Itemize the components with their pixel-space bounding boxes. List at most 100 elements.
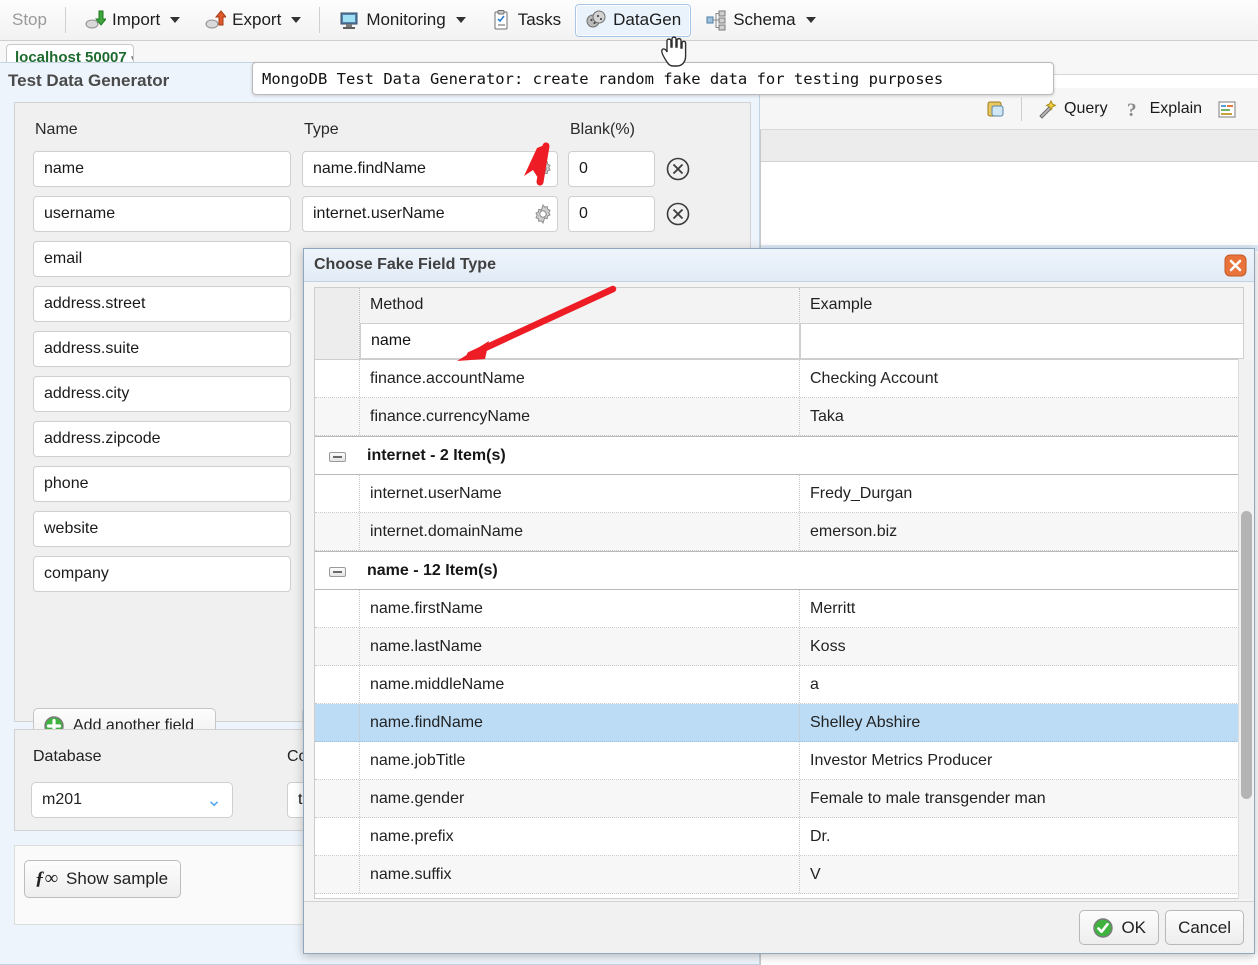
row-gutter <box>315 360 360 397</box>
field-name-input[interactable] <box>33 286 291 322</box>
field-name-input[interactable] <box>33 151 291 187</box>
table-row[interactable]: finance.currencyName Taka <box>315 398 1243 436</box>
field-type-input[interactable] <box>302 196 558 232</box>
paste-icon[interactable] <box>985 98 1007 120</box>
example-cell: Fredy_Durgan <box>810 485 913 502</box>
field-name-input[interactable] <box>33 241 291 277</box>
method-cell: finance.currencyName <box>360 398 800 435</box>
dialog-scrollbar[interactable] <box>1238 359 1253 899</box>
database-select-value: m201 <box>42 791 83 808</box>
close-icon[interactable] <box>1224 254 1247 277</box>
example-cell: Dr. <box>810 828 831 845</box>
field-name-input[interactable] <box>33 511 291 547</box>
collapse-icon[interactable] <box>329 452 346 462</box>
question-mark-icon: ? <box>1127 100 1137 120</box>
field-name-input[interactable] <box>33 466 291 502</box>
show-sample-button[interactable]: ƒ∞ Show sample <box>24 860 182 898</box>
row-gutter <box>315 475 360 512</box>
tasks-button[interactable]: Tasks <box>480 4 571 37</box>
method-cell: name.firstName <box>360 590 800 627</box>
field-name-input[interactable] <box>33 331 291 367</box>
import-label: Import <box>111 10 161 29</box>
row-gutter <box>315 742 360 779</box>
method-filter-input[interactable]: name <box>360 323 800 359</box>
table-row[interactable]: name.suffix V <box>315 856 1243 894</box>
monitoring-button[interactable]: Monitoring <box>328 4 475 37</box>
tasks-label: Tasks <box>517 10 562 29</box>
table-row[interactable]: name.middleName a <box>315 666 1243 704</box>
example-filter-input[interactable] <box>800 323 1244 359</box>
database-select[interactable]: m201 ⌄ <box>31 782 233 818</box>
group-label: internet - 2 Item(s) <box>367 447 506 464</box>
column-header-blank: Blank(%) <box>570 121 635 138</box>
cancel-button[interactable]: Cancel <box>1165 910 1244 945</box>
table-row[interactable]: name.gender Female to male transgender ma… <box>315 780 1243 818</box>
method-cell: name.middleName <box>360 666 800 703</box>
tooltip-text: MongoDB Test Data Generator: create rand… <box>262 69 944 88</box>
monitor-icon <box>340 12 358 29</box>
group-gutter <box>315 552 360 589</box>
chevron-down-icon <box>455 17 466 23</box>
delete-field-icon[interactable] <box>665 201 691 227</box>
fake-field-type-list[interactable]: finance.accountName Checking Account finan… <box>314 359 1244 899</box>
group-label: name - 12 Item(s) <box>367 562 498 579</box>
blank-percent-input[interactable] <box>568 151 655 187</box>
delete-field-icon[interactable] <box>665 156 691 182</box>
collapse-icon[interactable] <box>329 567 346 577</box>
export-label: Export <box>232 10 282 29</box>
table-row[interactable]: name.firstName Merritt <box>315 590 1243 628</box>
right-white-area <box>761 162 1258 250</box>
datagen-button[interactable]: DataGen <box>575 3 692 37</box>
field-name-input[interactable] <box>33 421 291 457</box>
gear-icon[interactable] <box>531 157 555 181</box>
gear-icon[interactable] <box>531 202 555 226</box>
import-icon <box>85 10 106 29</box>
method-cell: name.suffix <box>360 856 800 893</box>
cancel-label: Cancel <box>1178 917 1231 937</box>
close-glyph <box>1224 254 1247 277</box>
stop-button[interactable]: Stop <box>2 4 57 37</box>
group-header-row[interactable]: name - 12 Item(s) <box>315 551 1243 590</box>
example-cell: a <box>810 676 819 693</box>
column-header-type: Type <box>304 121 339 138</box>
ok-button[interactable]: OK <box>1079 910 1159 945</box>
blank-percent-input[interactable] <box>568 196 655 232</box>
method-cell: name.gender <box>360 780 800 817</box>
table-row[interactable]: name.findName Shelley Abshire <box>315 704 1243 742</box>
group-gutter <box>315 437 360 474</box>
main-toolbar: Stop Import Export Monitoring Tasks Data… <box>0 0 1258 41</box>
column-header-example[interactable]: Example <box>800 288 1244 322</box>
stop-label: Stop <box>12 10 47 29</box>
example-cell: Taka <box>810 408 844 425</box>
table-row[interactable]: name.prefix Dr. <box>315 818 1243 856</box>
method-cell: internet.domainName <box>360 513 800 550</box>
dialog-scrollbar-thumb[interactable] <box>1241 511 1252 799</box>
group-header-row[interactable]: internet - 2 Item(s) <box>315 436 1243 475</box>
table-row[interactable]: internet.userName Fredy_Durgan <box>315 475 1243 513</box>
toolbar-divider <box>64 7 66 33</box>
explain-label: Explain <box>1149 99 1203 117</box>
row-gutter <box>315 513 360 550</box>
table-row[interactable]: finance.accountName Checking Account <box>315 360 1243 398</box>
row-gutter <box>315 666 360 703</box>
column-header-method[interactable]: Method <box>360 288 800 322</box>
field-name-input[interactable] <box>33 376 291 412</box>
explain-button[interactable]: ? Explain <box>1122 98 1202 120</box>
svg-text:?: ? <box>1127 100 1137 120</box>
field-name-input[interactable] <box>33 556 291 592</box>
panel-title: Test Data Generator <box>8 71 170 90</box>
field-type-input[interactable] <box>302 151 558 187</box>
field-name-input[interactable] <box>33 196 291 232</box>
example-cell: Shelley Abshire <box>810 714 921 731</box>
schema-button[interactable]: Schema <box>695 4 825 37</box>
table-row[interactable]: name.jobTitle Investor Metrics Producer <box>315 742 1243 780</box>
example-cell: V <box>810 866 821 883</box>
import-button[interactable]: Import <box>74 4 190 37</box>
table-row[interactable]: internet.domainName emerson.biz <box>315 513 1243 551</box>
header-gutter <box>315 288 360 359</box>
row-gutter <box>315 780 360 817</box>
table-view-icon[interactable] <box>1216 98 1238 120</box>
export-button[interactable]: Export <box>194 4 311 37</box>
query-button[interactable]: Query <box>1036 98 1108 120</box>
table-row[interactable]: name.lastName Koss <box>315 628 1243 666</box>
